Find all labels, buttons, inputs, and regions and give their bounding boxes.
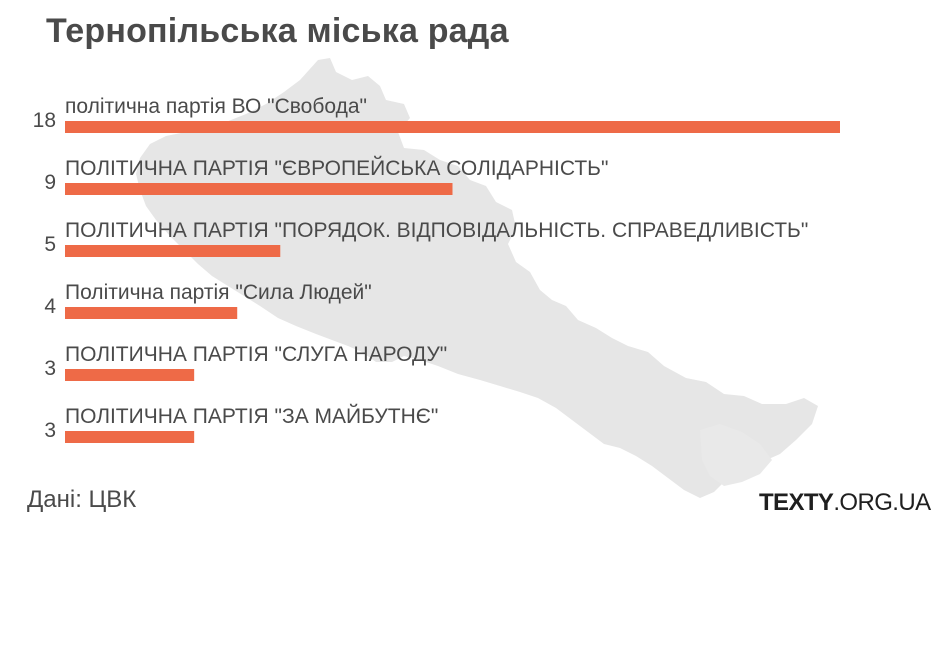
category-label-3: Політична партія "Сила Людей": [65, 281, 372, 304]
brand-logo: TEXTY.ORG.UA: [759, 489, 931, 517]
category-label-1: ПОЛІТИЧНА ПАРТІЯ "ЄВРОПЕЙСЬКА СОЛІДАРНІС…: [65, 156, 608, 180]
category-label-0: політична партія ВО "Свобода": [65, 95, 367, 118]
bar-0: [65, 121, 840, 133]
category-label-4: ПОЛІТИЧНА ПАРТІЯ "СЛУГА НАРОДУ": [65, 343, 447, 366]
bar-5: [65, 431, 195, 443]
brand-logo-rest: .ORG.UA: [833, 489, 931, 516]
bar-3: [65, 307, 238, 319]
value-label-5: 3: [44, 419, 56, 442]
brand-logo-bold: TEXTY: [759, 489, 834, 516]
category-label-2: ПОЛІТИЧНА ПАРТІЯ "ПОРЯДОК. ВІДПОВІДАЛЬНІ…: [65, 219, 808, 242]
bar-chart: політична партія ВО "Свобода" 18 ПОЛІТИЧНА…: [33, 95, 840, 443]
bars-layer: політична партія ВО "Свобода" 18 ПОЛІТИЧНА…: [33, 95, 840, 443]
bar-1: [65, 183, 453, 195]
bar-2: [65, 245, 281, 257]
category-label-5: ПОЛІТИЧНА ПАРТІЯ "ЗА МАЙБУТНЄ": [65, 404, 438, 428]
value-label-4: 3: [44, 357, 56, 380]
source-note: Дані: ЦВК: [27, 486, 137, 513]
value-label-3: 4: [44, 295, 56, 318]
chart-page: Тернопільська міська рада політична парт…: [0, 0, 938, 656]
bar-4: [65, 369, 195, 381]
value-label-0: 18: [33, 109, 56, 132]
value-label-1: 9: [44, 171, 56, 194]
value-label-2: 5: [44, 233, 56, 256]
